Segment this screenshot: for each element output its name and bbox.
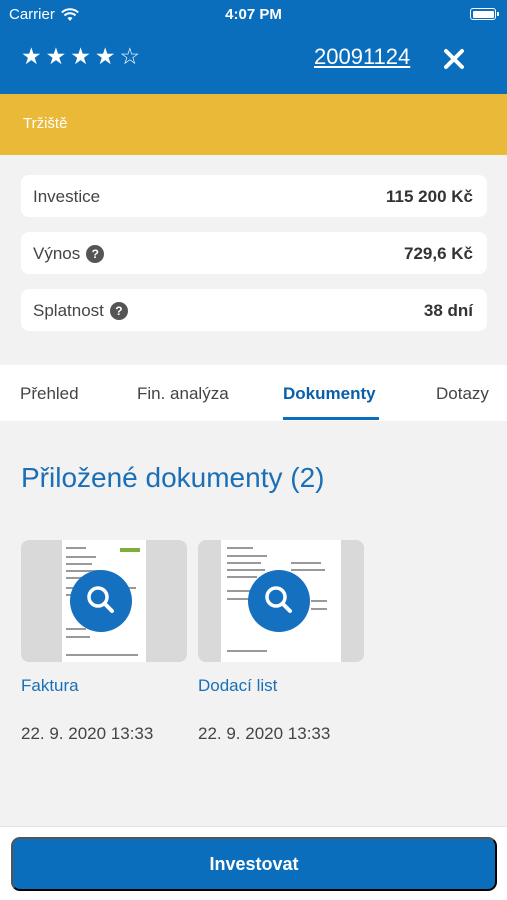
- tab-documents[interactable]: Dokumenty: [283, 384, 376, 404]
- status-time: 4:07 PM: [225, 6, 282, 23]
- loan-id-link[interactable]: 20091124: [314, 44, 410, 70]
- stat-value: 729,6 Kč: [404, 244, 473, 263]
- document-date: 22. 9. 2020 13:33: [21, 724, 154, 743]
- documents-title: Přiložené dokumenty (2): [21, 462, 325, 493]
- top-bar: Carrier 4:07 PM ★ ★ ★ ★ ☆ 20091124: [0, 0, 507, 94]
- battery-icon: [470, 8, 499, 20]
- stat-value: 38 dní: [423, 301, 473, 320]
- banner-label: Tržiště: [23, 115, 68, 132]
- document-name[interactable]: Faktura: [21, 676, 79, 696]
- document-thumbnail-invoice[interactable]: [21, 540, 187, 662]
- stat-label: Splatnost: [33, 301, 104, 320]
- search-icon[interactable]: [248, 570, 310, 632]
- active-tab-indicator: [283, 417, 379, 420]
- search-icon[interactable]: [70, 570, 132, 632]
- stat-card-maturity: Splatnost ? 38 dní: [21, 289, 487, 331]
- tab-financial-analysis[interactable]: Fin. analýza: [137, 384, 229, 404]
- close-icon[interactable]: [441, 46, 467, 72]
- bottom-action-bar: Investovat: [0, 826, 507, 900]
- document-name[interactable]: Dodací list: [198, 676, 277, 696]
- stat-label: Výnos: [33, 244, 81, 263]
- marketplace-banner: Tržiště: [0, 94, 507, 155]
- help-icon[interactable]: ?: [109, 302, 128, 320]
- document-thumbnail-delivery-note[interactable]: [198, 540, 364, 662]
- tab-overview[interactable]: Přehled: [20, 384, 79, 404]
- star-outline-icon: ☆: [119, 43, 141, 69]
- status-bar: Carrier 4:07 PM: [0, 0, 507, 28]
- stat-card-yield: Výnos ? 729,6 Kč: [21, 232, 487, 274]
- invest-button[interactable]: Investovat: [11, 837, 497, 891]
- help-icon[interactable]: ?: [86, 245, 105, 263]
- stat-label: Investice: [33, 187, 101, 206]
- document-date: 22. 9. 2020 13:33: [198, 724, 331, 743]
- star-filled-icon: ★: [70, 43, 91, 69]
- star-filled-icon: ★: [21, 43, 42, 69]
- tab-bar: Přehled Fin. analýza Dokumenty Dotazy: [0, 365, 507, 421]
- star-filled-icon: ★: [94, 43, 116, 69]
- stat-value: 115 200 Kč: [386, 187, 473, 206]
- star-filled-icon: ★: [45, 43, 67, 69]
- tab-questions[interactable]: Dotazy: [436, 384, 489, 404]
- rating-stars: ★ ★ ★ ★ ☆: [21, 43, 140, 69]
- stat-card-investment: Investice 115 200 Kč: [21, 175, 487, 217]
